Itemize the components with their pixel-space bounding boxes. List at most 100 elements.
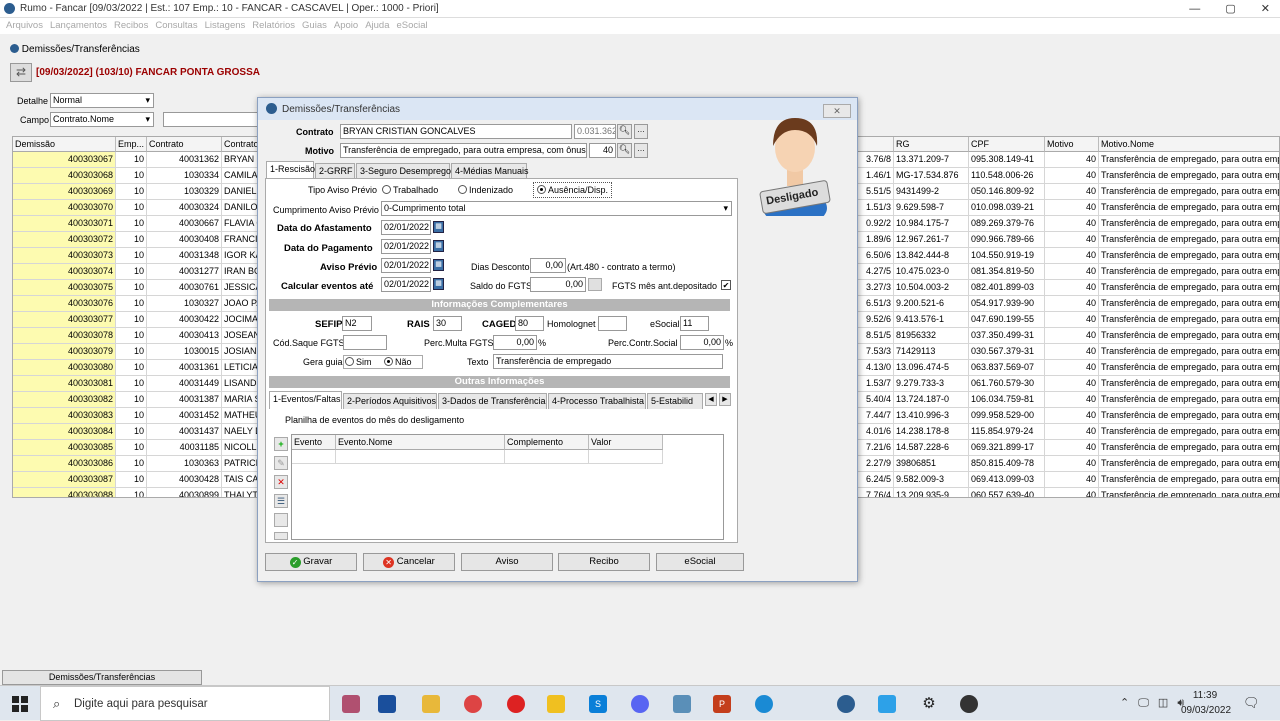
tab-2[interactable]: 3-Seguro Desemprego bbox=[356, 163, 451, 179]
rais-field[interactable]: 30 bbox=[433, 316, 462, 331]
recibo-button[interactable]: Recibo bbox=[558, 553, 650, 571]
subtab-4[interactable]: 5-Estabilid bbox=[647, 393, 703, 409]
esocial-button[interactable]: eSocial bbox=[656, 553, 744, 571]
grid-header-right-2[interactable]: CPF bbox=[969, 137, 1045, 152]
contrato-code-field[interactable]: 0.031.362 bbox=[574, 124, 616, 139]
event-col-2[interactable]: Complemento bbox=[505, 435, 589, 450]
dias-desconto-field[interactable]: 0,00 bbox=[530, 258, 566, 273]
event-empty-cell[interactable] bbox=[505, 450, 589, 464]
rumo-app-icon[interactable] bbox=[837, 695, 855, 713]
search-input[interactable] bbox=[163, 112, 259, 127]
menu-item-7[interactable]: Apoio bbox=[334, 20, 358, 31]
subtab-3[interactable]: 4-Processo Trabalhista bbox=[548, 393, 646, 409]
more-tool-button[interactable] bbox=[274, 532, 288, 540]
skype-icon[interactable]: S bbox=[589, 695, 607, 713]
calendar-icon[interactable]: ▦ bbox=[433, 221, 444, 233]
motivo-code-field[interactable]: 40 bbox=[589, 143, 616, 158]
event-col-3[interactable]: Valor bbox=[589, 435, 663, 450]
cumprimento-select[interactable]: 0-Cumprimento total bbox=[381, 201, 732, 216]
window-controls[interactable]: — ▢ ✕ bbox=[1189, 2, 1270, 15]
motivo-text-field[interactable]: Transferência de empregado, para outra e… bbox=[340, 143, 587, 158]
menu-item-5[interactable]: Relatórios bbox=[252, 20, 295, 31]
list-icon[interactable]: ☰ bbox=[274, 494, 288, 508]
tab-0[interactable]: 1-Rescisão bbox=[266, 161, 315, 179]
file-explorer-icon[interactable] bbox=[422, 695, 440, 713]
tipo-aviso-ausencia[interactable]: Ausência/Disp. bbox=[533, 182, 613, 198]
gera-guia-nao[interactable]: Não bbox=[384, 357, 412, 367]
event-col-0[interactable]: Evento bbox=[292, 435, 336, 450]
caged-field[interactable]: 80 bbox=[515, 316, 544, 331]
homolognet-field[interactable] bbox=[598, 316, 627, 331]
subtab-next-icon[interactable]: ▶ bbox=[719, 393, 731, 406]
menu-item-4[interactable]: Listagens bbox=[205, 20, 246, 31]
add-icon[interactable]: + bbox=[274, 437, 288, 451]
windows-start-icon[interactable] bbox=[12, 696, 28, 712]
perc-multa-field[interactable]: 0,00 bbox=[493, 335, 537, 350]
app-icon-4[interactable] bbox=[878, 695, 896, 713]
taskbar-search-box[interactable]: ⌕ Digite aqui para pesquisar bbox=[40, 686, 330, 721]
notifications-icon[interactable]: 🗨︎ bbox=[1243, 695, 1260, 711]
subtab-0[interactable]: 1-Eventos/Faltas bbox=[269, 391, 342, 409]
subtab-prev-icon[interactable]: ◀ bbox=[705, 393, 717, 406]
grid-header-right-3[interactable]: Motivo bbox=[1045, 137, 1099, 152]
bottom-tab-demissoes[interactable]: Demissões/Transferências bbox=[2, 670, 202, 685]
cancelar-button[interactable]: ✕ Cancelar bbox=[363, 553, 455, 571]
aviso-button[interactable]: Aviso bbox=[461, 553, 553, 571]
transfer-icon[interactable]: ⇄ bbox=[10, 63, 32, 82]
event-empty-cell[interactable] bbox=[336, 450, 505, 464]
cod-saque-field[interactable] bbox=[343, 335, 387, 350]
afastamento-field[interactable]: 02/01/2022 bbox=[381, 220, 431, 235]
event-empty-cell[interactable] bbox=[589, 450, 663, 464]
app-icon-2[interactable] bbox=[378, 695, 396, 713]
calendar-icon[interactable]: ▦ bbox=[433, 278, 444, 290]
obs-icon[interactable] bbox=[960, 695, 978, 713]
blank-tool-button[interactable] bbox=[274, 513, 288, 527]
delete-icon[interactable]: ✕ bbox=[274, 475, 288, 489]
discord-icon[interactable] bbox=[631, 695, 649, 713]
edge-icon[interactable] bbox=[755, 695, 773, 713]
gravar-button[interactable]: ✓ Gravar bbox=[265, 553, 357, 571]
menu-item-0[interactable]: Arquivos bbox=[6, 20, 43, 31]
contrato-search-icon[interactable]: 🔍︎ bbox=[617, 124, 632, 139]
tab-3[interactable]: 4-Médias Manuais bbox=[451, 163, 529, 179]
texto-field[interactable]: Transferência de empregado bbox=[493, 354, 723, 369]
powerpoint-icon[interactable]: P bbox=[713, 695, 731, 713]
esocial-field[interactable]: 11 bbox=[680, 316, 709, 331]
subtab-1[interactable]: 2-Períodos Aquisitivos bbox=[343, 393, 437, 409]
subtab-2[interactable]: 3-Dados de Transferência bbox=[438, 393, 547, 409]
menu-item-2[interactable]: Recibos bbox=[114, 20, 148, 31]
saldo-fgts-field[interactable]: 0,00 bbox=[530, 277, 586, 292]
tipo-aviso-indenizado[interactable]: Indenizado bbox=[458, 185, 513, 195]
system-tray-icons[interactable]: ⌃ 🖵 ◫ 🔊︎ bbox=[1120, 696, 1184, 710]
settings-gear-icon[interactable]: ⚙ bbox=[920, 695, 938, 713]
app-icon-1[interactable] bbox=[342, 695, 360, 713]
calcular-field[interactable]: 02/01/2022 bbox=[381, 277, 431, 292]
contrato-name-field[interactable]: BRYAN CRISTIAN GONCALVES bbox=[340, 124, 572, 139]
grid-header-0[interactable]: Demissão bbox=[13, 137, 116, 152]
motivo-ellipsis-button[interactable]: … bbox=[634, 143, 648, 158]
fgts-mes-checkbox[interactable]: ✔ bbox=[721, 280, 731, 290]
detalhe-select[interactable]: Normal bbox=[50, 93, 154, 108]
edit-icon[interactable]: ✎ bbox=[274, 456, 288, 470]
grid-header-2[interactable]: Contrato bbox=[147, 137, 222, 152]
menu-item-1[interactable]: Lançamentos bbox=[50, 20, 107, 31]
calendar-icon[interactable]: ▦ bbox=[433, 240, 444, 252]
event-col-1[interactable]: Evento.Nome bbox=[336, 435, 505, 450]
grid-header-1[interactable]: Emp... bbox=[116, 137, 147, 152]
app-icon-3[interactable] bbox=[673, 695, 691, 713]
menu-item-6[interactable]: Guias bbox=[302, 20, 327, 31]
menu-item-3[interactable]: Consultas bbox=[155, 20, 197, 31]
perc-contr-field[interactable]: 0,00 bbox=[680, 335, 724, 350]
grid-header-right-0[interactable] bbox=[857, 137, 894, 152]
grid-header-right-4[interactable]: Motivo.Nome bbox=[1099, 137, 1279, 152]
tab-1[interactable]: 2-GRRF bbox=[315, 163, 355, 179]
motivo-search-icon[interactable]: 🔍︎ bbox=[617, 143, 632, 158]
sticky-notes-icon[interactable] bbox=[547, 695, 565, 713]
tipo-aviso-trabalhado[interactable]: Trabalhado bbox=[382, 185, 438, 195]
gera-guia-sim[interactable]: Sim bbox=[345, 357, 372, 367]
sefip-field[interactable]: N2 bbox=[342, 316, 372, 331]
calendar-icon[interactable]: ▦ bbox=[433, 259, 444, 271]
aviso-previo-field[interactable]: 02/01/2022 bbox=[381, 258, 431, 273]
chrome-icon[interactable] bbox=[464, 695, 482, 713]
menu-item-9[interactable]: eSocial bbox=[397, 20, 428, 31]
